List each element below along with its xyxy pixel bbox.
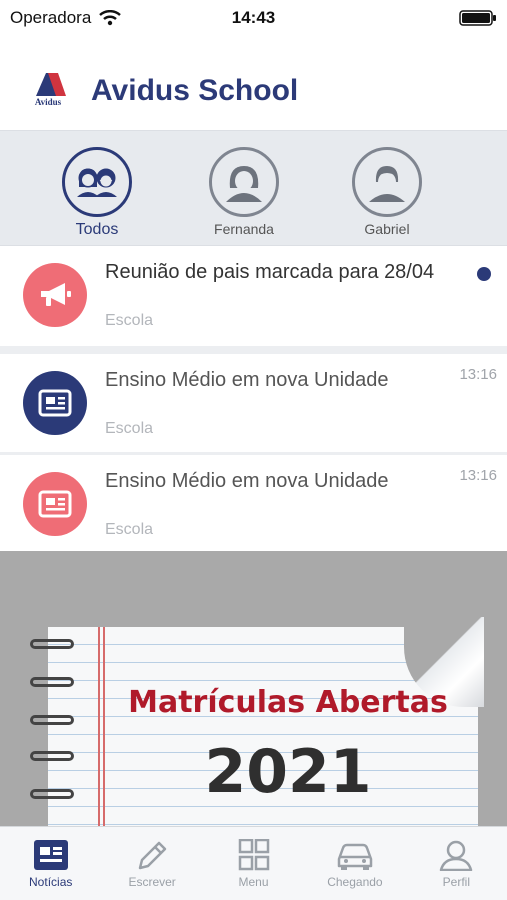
person-icon [440,840,473,871]
banner-year: 2021 [204,737,372,807]
tab-perfil[interactable]: Perfil [406,827,507,900]
news-source: Escola [105,420,154,437]
tab-label: Perfil [442,875,470,889]
news-time: 13:16 [459,366,497,383]
news-item[interactable]: Ensino Médio em nova Unidade Escola 13:1… [0,354,507,452]
spiral-ring [30,715,74,725]
logo-text: Avidus [34,97,62,107]
newspaper-icon [23,371,87,435]
news-title: Ensino Médio em nova Unidade [105,369,389,391]
tab-label: Chegando [327,875,383,889]
news-icon [33,840,68,870]
tab-escrever[interactable]: Escrever [101,827,202,900]
pencil-icon [138,841,167,870]
grid-icon [238,839,269,871]
filter-todos[interactable]: Todos [52,147,142,239]
news-item[interactable]: Ensino Médio em nova Unidade Escola 13:1… [0,455,507,553]
male-avatar-icon [352,147,422,217]
spiral-ring [30,789,74,799]
spiral-ring [30,639,74,649]
news-source: Escola [105,521,154,538]
tab-label: Escrever [128,875,176,889]
tab-label: Notícias [29,875,73,889]
battery-icon [459,10,497,31]
newspaper-icon [23,472,87,536]
student-filter-bar: Todos Fernanda Gabriel [0,130,507,246]
tab-label: Menu [238,875,269,889]
school-logo: Avidus [28,70,68,110]
news-item[interactable]: Reunião de pais marcada para 28/04 Escol… [0,246,507,344]
news-title: Ensino Médio em nova Unidade [105,470,389,492]
spiral-ring [30,677,74,687]
female-avatar-icon [209,147,279,217]
filter-fernanda[interactable]: Fernanda [199,147,289,237]
filter-label: Fernanda [214,221,274,237]
filter-label: Todos [75,221,119,238]
divider [0,346,507,354]
news-source: Escola [105,312,154,329]
notebook-image: Matrículas Abertas 2021 [30,617,484,826]
status-bar: Operadora 14:43 [0,0,507,36]
car-icon [337,843,373,870]
tab-bar: Notícias Escrever Menu Chegando Perfil [0,826,507,900]
tab-menu[interactable]: Menu [203,827,304,900]
filter-gabriel[interactable]: Gabriel [342,147,432,237]
enrollment-banner[interactable]: Matrículas Abertas 2021 [0,551,507,826]
megaphone-icon [23,263,87,327]
group-avatar-icon [62,147,132,217]
tab-chegando[interactable]: Chegando [304,827,405,900]
banner-title: Matrículas Abertas [128,685,448,720]
news-time: 13:16 [459,467,497,484]
news-title: Reunião de pais marcada para 28/04 [105,261,435,283]
app-header: Avidus Avidus School [0,58,507,130]
tab-noticias[interactable]: Notícias [0,827,101,900]
app-title: Avidus School [91,74,299,107]
filter-label: Gabriel [364,221,410,237]
spiral-ring [30,751,74,761]
unread-indicator [477,267,491,281]
status-time: 14:43 [231,8,276,27]
